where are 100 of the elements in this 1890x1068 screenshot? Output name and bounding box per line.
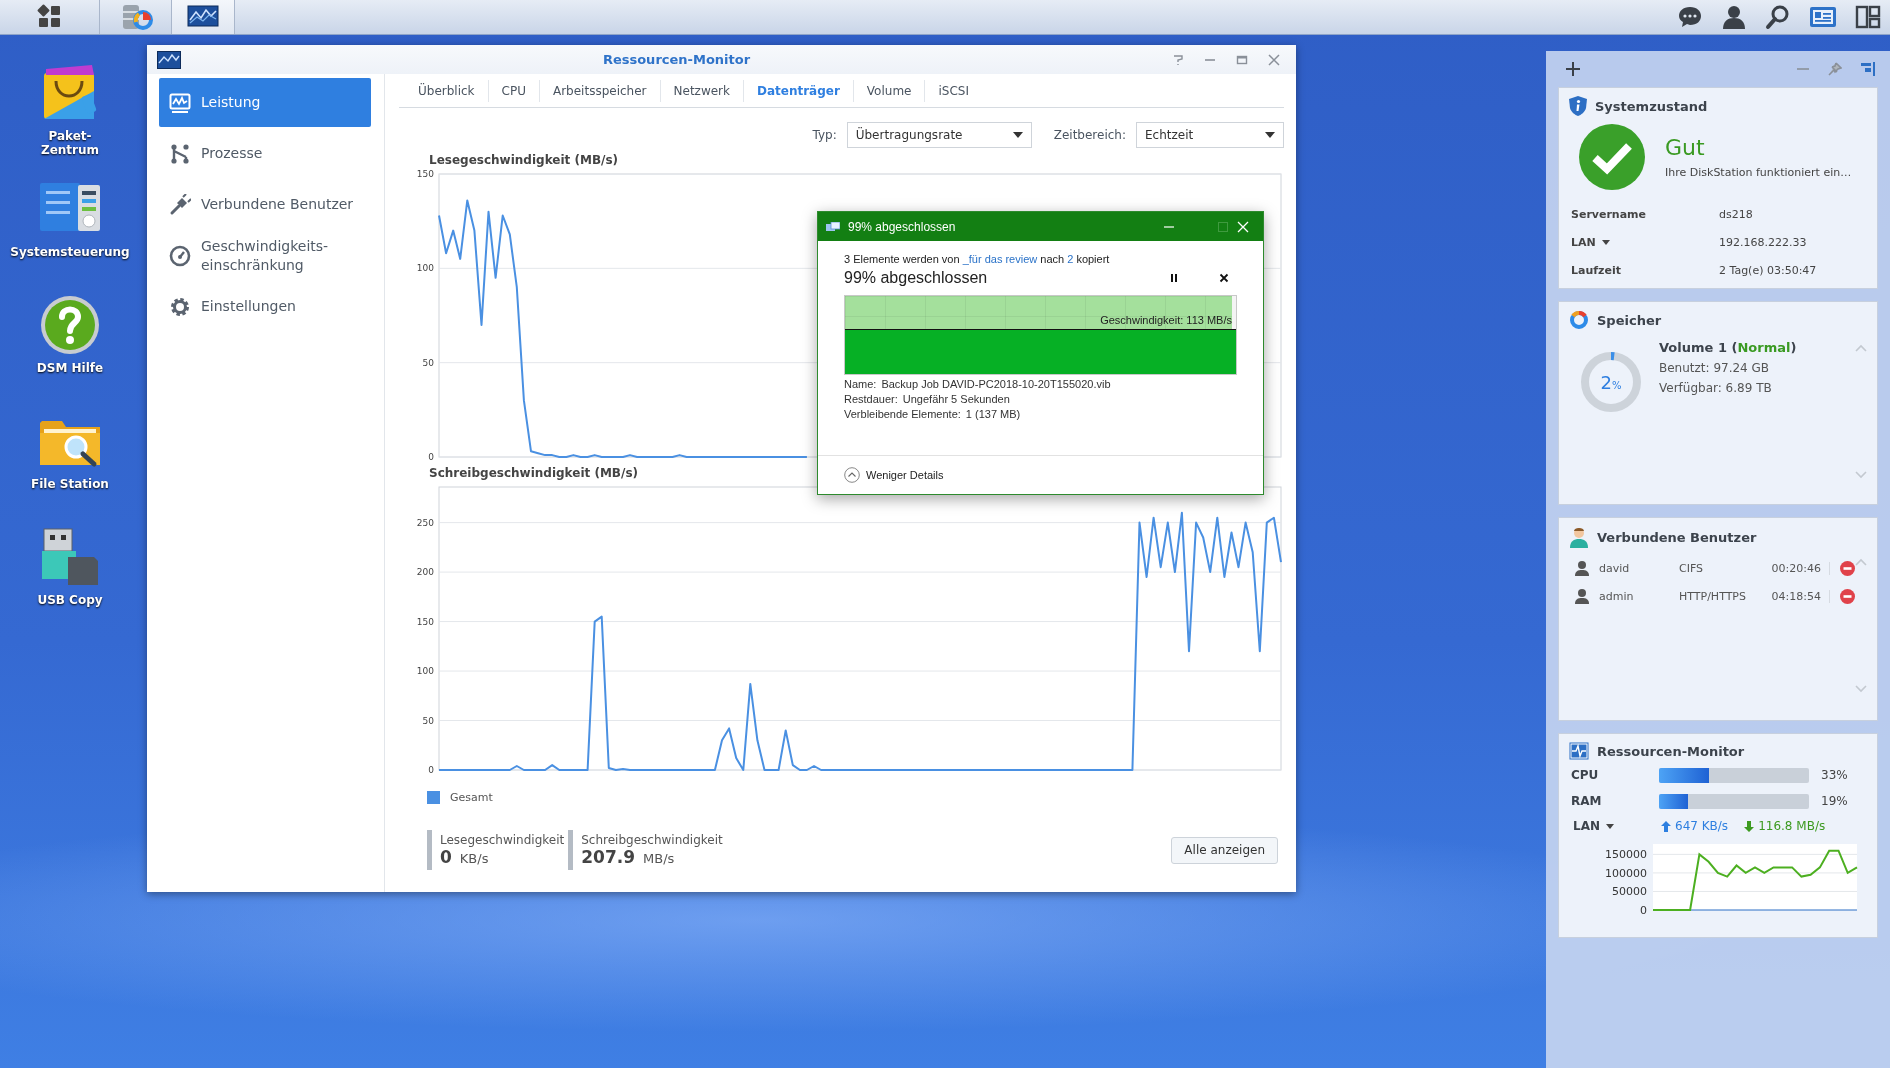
user-protocol: CIFS	[1679, 561, 1705, 575]
used-space: Benutzt: 97.24 GB	[1659, 361, 1771, 375]
axis-label: 100	[416, 666, 434, 677]
sidebar-item[interactable]: Geschwindigkeits- einschränkung	[159, 231, 371, 280]
tab[interactable]: iSCSI	[925, 80, 982, 102]
filter-label: Zeitbereich:	[1053, 128, 1126, 142]
axis-label: 100000	[1605, 866, 1647, 880]
widget-title: Verbundene Benutzer	[1597, 529, 1757, 545]
volume-name-end: )	[1790, 340, 1797, 355]
tab[interactable]: Datenträger	[743, 80, 854, 102]
layout-icon[interactable]	[1855, 4, 1881, 30]
axis-label: 0	[428, 452, 434, 462]
stat-value: 207.9	[581, 847, 635, 867]
dialog-title: 99% abgeschlossen	[848, 219, 956, 234]
filter-label: Typ:	[812, 128, 837, 142]
usage-percent: 2	[1600, 371, 1612, 393]
show-all-button[interactable]: Alle anzeigen	[1171, 836, 1278, 864]
chart-title: Lesegeschwindigkeit (MB/s)	[429, 153, 619, 168]
axis-label: 50	[422, 357, 434, 368]
remove-icon[interactable]	[1840, 560, 1855, 576]
status-message: Ihre DiskStation funktioniert ein…	[1665, 166, 1852, 179]
check-circle-icon	[1579, 124, 1645, 190]
app-icon-label[interactable]: Systemsteuerung	[10, 245, 130, 259]
speed-label: Geschwindigkeit: 113 MB/s	[1100, 314, 1232, 326]
legend-label: Gesamt	[450, 791, 493, 804]
axis-label: 50000	[1612, 885, 1647, 899]
details-toggle[interactable]: Weniger Details	[866, 469, 944, 481]
remove-icon[interactable]	[1840, 588, 1855, 604]
widget-card-icon[interactable]	[1809, 4, 1837, 30]
monitor-chart-icon	[157, 50, 181, 69]
app-icon-label[interactable]: DSM Hilfe	[36, 361, 104, 375]
detail-value: Backup Job DAVID-PC2018-10-20T155020.vib	[881, 378, 1111, 390]
stat-value: 0	[440, 847, 452, 867]
axis-label: 200	[416, 567, 434, 578]
app-icon-label[interactable]: USB Copy	[37, 593, 103, 607]
search-icon[interactable]	[1765, 4, 1791, 30]
meter-reading: 33%	[1821, 768, 1848, 782]
user-icon	[1575, 560, 1589, 576]
volume-name: Volume 1 (	[1659, 340, 1738, 355]
dropdown-field[interactable]: Übertragungsrate	[846, 122, 1032, 148]
dropdown-field[interactable]: Echtzeit	[1136, 122, 1284, 148]
download-rate: 116.8 MB/s	[1758, 819, 1826, 833]
pause-icon[interactable]	[1169, 273, 1179, 283]
axis-label: 100	[416, 263, 434, 274]
gear-icon	[169, 295, 191, 318]
info-label: Laufzeit	[1571, 263, 1621, 277]
pulse-icon	[1569, 742, 1589, 760]
panel-toggle-icon[interactable]	[1860, 61, 1876, 77]
tab[interactable]: Netzwerk	[660, 80, 744, 102]
user-time: 04:18:54	[1751, 589, 1830, 603]
info-label: LAN	[1571, 235, 1596, 249]
lan-label: LAN	[1573, 819, 1600, 833]
info-value: 192.168.222.33	[1719, 235, 1807, 249]
window-title: Ressourcen-Monitor	[601, 52, 752, 67]
chat-icon[interactable]	[1677, 4, 1703, 30]
tab[interactable]: Überblick	[405, 80, 489, 102]
add-icon[interactable]	[1566, 62, 1580, 76]
stat-unit: KB/s	[459, 851, 489, 866]
axis-label: 150	[416, 170, 434, 179]
plug-icon	[169, 193, 191, 216]
sidebar-item[interactable]: Verbundene Benutzer	[159, 180, 371, 229]
download-arrow-icon	[1744, 820, 1755, 832]
maximize-icon[interactable]	[1236, 53, 1248, 66]
upload-arrow-icon	[1661, 820, 1671, 832]
meter-label: CPU	[1570, 768, 1600, 782]
tab[interactable]: CPU	[488, 80, 540, 102]
status-text: Gut	[1665, 135, 1706, 160]
sidebar-item[interactable]: Einstellungen	[159, 282, 371, 331]
caret-icon[interactable]	[1601, 239, 1610, 245]
info-value: 2 Tag(e) 03:50:47	[1719, 263, 1817, 277]
stat-label: Lesegeschwindigkeit	[440, 833, 565, 847]
process-icon	[169, 142, 191, 165]
axis-label: 0	[428, 765, 434, 775]
axis-label: 50	[422, 715, 434, 726]
tab[interactable]: Volume	[853, 80, 926, 102]
chevron-up-circle-icon[interactable]	[844, 467, 860, 483]
sidebar-item[interactable]: Prozesse	[159, 129, 371, 178]
caret-icon	[1012, 132, 1023, 138]
user-name: david	[1599, 561, 1631, 575]
user-name: admin	[1599, 589, 1635, 603]
detail-value: Ungefähr 5 Sekunden	[902, 393, 1010, 405]
help-icon[interactable]	[38, 293, 102, 357]
target-link[interactable]: 2	[1067, 253, 1074, 265]
caret-icon[interactable]	[1606, 823, 1614, 829]
app-icon-label[interactable]: File Station	[31, 477, 109, 491]
monitor-app-button[interactable]	[172, 0, 235, 34]
tab[interactable]: Arbeitsspeicher	[539, 80, 661, 102]
chart-title: Schreibgeschwindigkeit (MB/s)	[429, 466, 639, 481]
user-time: 00:20:46	[1751, 561, 1830, 575]
source-link[interactable]: _für das review	[962, 253, 1038, 265]
stat-label: Schreibgeschwindigkeit	[581, 833, 723, 847]
user-icon[interactable]	[1721, 4, 1747, 30]
axis-label: 0	[1640, 904, 1647, 916]
sidebar-item[interactable]: Leistung	[159, 78, 371, 127]
close-icon[interactable]	[1219, 273, 1229, 283]
app-icon-label[interactable]: Paket- Zentrum	[40, 129, 100, 157]
person-icon	[1569, 526, 1589, 548]
axis-label: 150000	[1605, 848, 1647, 862]
line-chart-icon	[187, 4, 219, 30]
stat-unit: MB/s	[643, 851, 675, 866]
